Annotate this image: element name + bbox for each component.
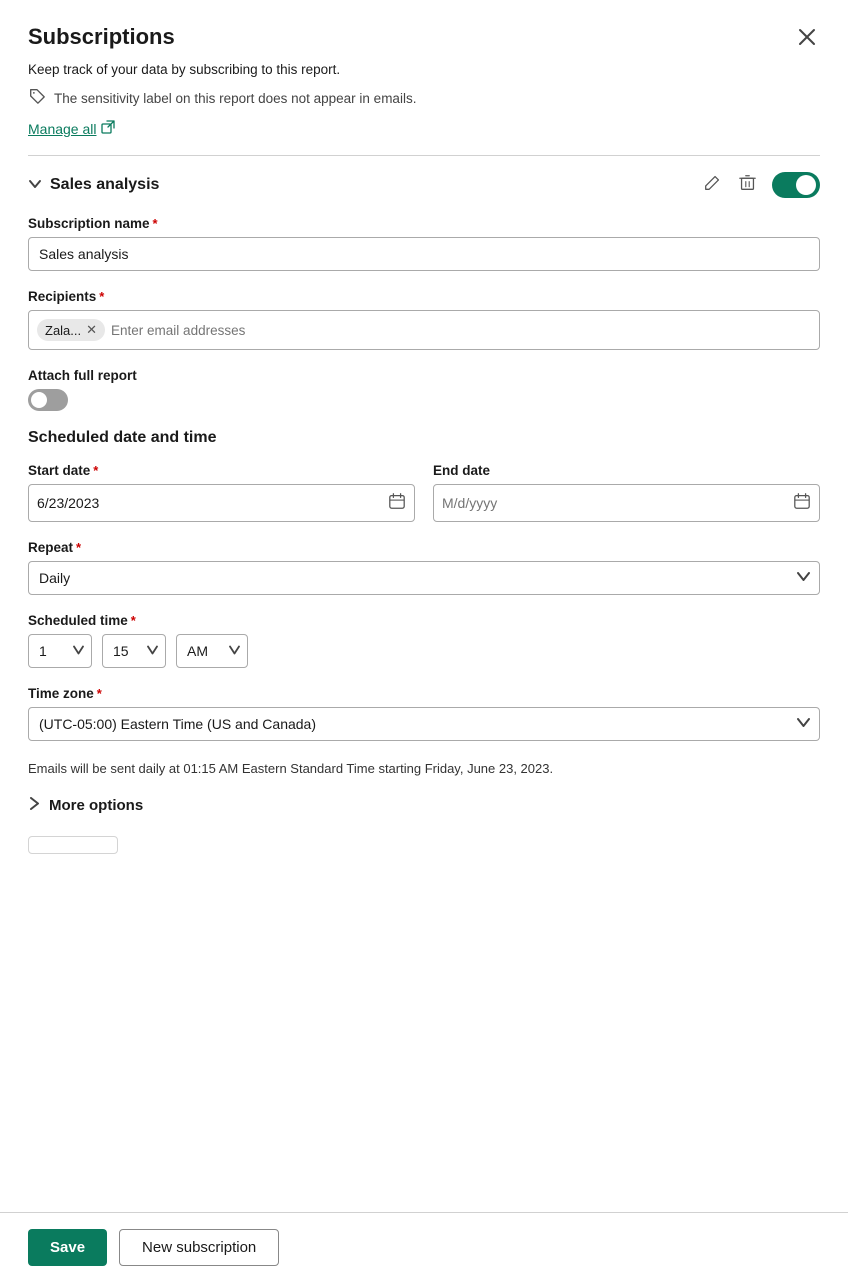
section-header-left: Sales analysis <box>28 176 159 194</box>
manage-all-link[interactable]: Manage all <box>28 120 820 137</box>
minute-select[interactable]: 00 15 30 45 <box>102 634 166 668</box>
recipient-tag-label: Zala... <box>45 323 81 338</box>
schedule-heading: Scheduled date and time <box>28 429 820 447</box>
ampm-select[interactable]: AM PM <box>176 634 248 668</box>
panel-header: Subscriptions <box>28 24 820 50</box>
sensitivity-text: The sensitivity label on this report doe… <box>54 91 416 106</box>
sensitivity-row: The sensitivity label on this report doe… <box>28 87 820 110</box>
delete-icon <box>739 174 756 191</box>
chevron-down-icon <box>28 177 42 191</box>
ampm-select-wrapper: AM PM <box>176 634 248 668</box>
required-star-repeat: * <box>76 540 81 555</box>
scheduled-time-group: Scheduled time * 1 2 3 4 5 6 7 8 9 10 <box>28 613 820 668</box>
start-date-input[interactable] <box>37 495 388 511</box>
partial-button-area <box>28 832 820 854</box>
delete-button[interactable] <box>737 172 758 198</box>
recipient-tag: Zala... ✕ <box>37 319 105 341</box>
attach-toggle-row <box>28 389 820 411</box>
calendar-icon-svg <box>388 492 406 510</box>
close-button[interactable] <box>794 24 820 50</box>
save-button[interactable]: Save <box>28 1229 107 1266</box>
recipients-input-wrapper[interactable]: Zala... ✕ <box>28 310 820 350</box>
start-date-group: Start date * <box>28 463 415 522</box>
subscription-toggle[interactable] <box>772 172 820 198</box>
recipients-label: Recipients * <box>28 289 820 304</box>
section-header: Sales analysis <box>28 172 820 198</box>
end-date-label: End date <box>433 463 820 478</box>
required-star: * <box>153 216 158 231</box>
calendar-icon-svg2 <box>793 492 811 510</box>
timezone-select-wrapper: (UTC-05:00) Eastern Time (US and Canada)… <box>28 707 820 741</box>
more-options-label: More options <box>49 797 143 814</box>
more-options-chevron <box>28 797 41 813</box>
timezone-group: Time zone * (UTC-05:00) Eastern Time (US… <box>28 686 820 741</box>
open-external-icon <box>101 120 115 134</box>
date-row: Start date * <box>28 463 820 522</box>
end-date-calendar-icon[interactable] <box>793 492 811 515</box>
subscription-name-group: Subscription name * <box>28 216 820 271</box>
close-icon <box>798 28 816 46</box>
subscription-name-label: Subscription name * <box>28 216 820 231</box>
end-date-input-wrapper[interactable] <box>433 484 820 522</box>
repeat-group: Repeat * Daily Weekly Monthly <box>28 540 820 595</box>
time-row: 1 2 3 4 5 6 7 8 9 10 11 12 <box>28 634 820 668</box>
edit-button[interactable] <box>702 172 723 198</box>
external-link-icon <box>101 120 115 137</box>
start-date-label: Start date * <box>28 463 415 478</box>
subtitle-text: Keep track of your data by subscribing t… <box>28 62 820 77</box>
end-date-input[interactable] <box>442 495 793 511</box>
attach-report-toggle[interactable] <box>28 389 68 411</box>
section-name: Sales analysis <box>50 176 159 194</box>
tag-icon <box>28 87 46 105</box>
manage-all-label: Manage all <box>28 121 97 137</box>
attach-report-group: Attach full report <box>28 368 820 411</box>
sensitivity-icon <box>28 87 46 110</box>
attach-report-label: Attach full report <box>28 368 820 383</box>
timezone-label: Time zone * <box>28 686 820 701</box>
collapse-chevron[interactable] <box>28 177 42 194</box>
more-options-row[interactable]: More options <box>28 797 820 814</box>
new-subscription-button[interactable]: New subscription <box>119 1229 279 1266</box>
email-summary: Emails will be sent daily at 01:15 AM Ea… <box>28 759 820 779</box>
recipients-email-input[interactable] <box>111 323 811 338</box>
section-actions <box>702 172 820 198</box>
repeat-select-wrapper: Daily Weekly Monthly <box>28 561 820 595</box>
hour-select-wrapper: 1 2 3 4 5 6 7 8 9 10 11 12 <box>28 634 92 668</box>
required-star-time: * <box>131 613 136 628</box>
scheduled-time-label: Scheduled time * <box>28 613 820 628</box>
required-star-recipients: * <box>99 289 104 304</box>
recipients-group: Recipients * Zala... ✕ <box>28 289 820 350</box>
partial-visible-button[interactable] <box>28 836 118 854</box>
start-date-input-wrapper[interactable] <box>28 484 415 522</box>
repeat-label: Repeat * <box>28 540 820 555</box>
timezone-select[interactable]: (UTC-05:00) Eastern Time (US and Canada)… <box>28 707 820 741</box>
subscription-section: Sales analysis <box>28 172 820 854</box>
panel-title: Subscriptions <box>28 24 175 50</box>
recipient-tag-close[interactable]: ✕ <box>86 322 97 338</box>
minute-select-wrapper: 00 15 30 45 <box>102 634 166 668</box>
required-star-timezone: * <box>97 686 102 701</box>
subscriptions-panel: Subscriptions Keep track of your data by… <box>0 0 848 1282</box>
bottom-bar: Save New subscription <box>0 1212 848 1282</box>
required-star-start: * <box>93 463 98 478</box>
repeat-select[interactable]: Daily Weekly Monthly <box>28 561 820 595</box>
subscription-name-input[interactable] <box>28 237 820 271</box>
end-date-group: End date <box>433 463 820 522</box>
divider <box>28 155 820 156</box>
start-date-calendar-icon[interactable] <box>388 492 406 515</box>
edit-icon <box>704 174 721 191</box>
hour-select[interactable]: 1 2 3 4 5 6 7 8 9 10 11 12 <box>28 634 92 668</box>
